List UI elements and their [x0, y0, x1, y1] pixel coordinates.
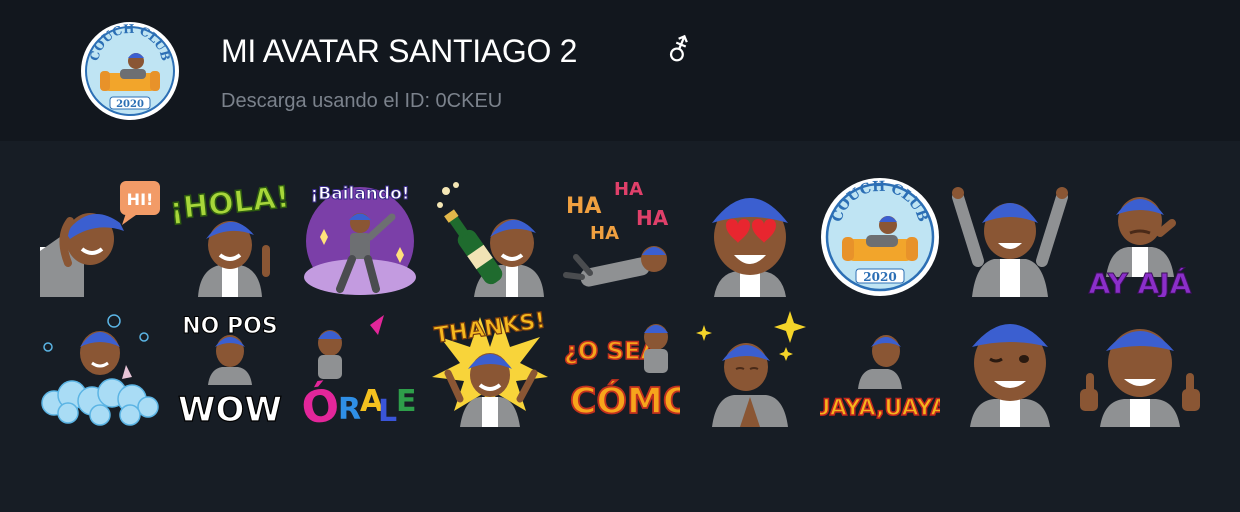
sticker-thumbs-up[interactable] [1080, 307, 1200, 427]
couch-club-logo[interactable]: COUCH CLUB 2020 [80, 21, 180, 121]
sticker-uaya-uaya[interactable]: UAYA,UAYA [820, 307, 940, 427]
download-id-text: Descarga usando el ID: 0CKEU [221, 90, 503, 112]
sticker-hi[interactable]: HI! [40, 177, 160, 297]
pack-title: MI AVATAR SANTIAGO 2 [221, 33, 578, 69]
sticker-couch-club[interactable]: COUCH CLUB 2020 [820, 177, 940, 297]
svg-text:¡HOLA!: ¡HOLA! [170, 180, 290, 227]
male-female-icon: ⚦ [666, 34, 692, 69]
svg-text:CÓMO?: CÓMO? [570, 380, 680, 422]
sticker-no-pos-wow[interactable]: NO POS WOW [170, 307, 290, 428]
sticker-celebrate[interactable] [950, 177, 1070, 297]
sticker-orale[interactable]: Ó R A L E [300, 307, 420, 427]
svg-text:AY AJÁ: AY AJÁ [1089, 266, 1192, 297]
sticker-champagne[interactable] [430, 177, 550, 297]
svg-text:UAYA,UAYA: UAYA,UAYA [820, 396, 940, 421]
sticker-bailando[interactable]: ¡Bailando! [300, 177, 420, 297]
sticker-ay-aja[interactable]: AY AJÁ [1080, 177, 1200, 297]
sticker-hola[interactable]: ¡HOLA! [170, 177, 290, 297]
svg-text:WOW: WOW [178, 390, 282, 427]
sticker-hahaha[interactable]: HA HA HA HA [560, 177, 680, 297]
svg-text:E: E [396, 384, 417, 419]
sticker-grid: HI! ¡HOLA! ¡Bailando! HA HA HA HA COUCH … [0, 141, 1240, 512]
sticker-wink[interactable] [950, 307, 1070, 427]
svg-text:L: L [378, 394, 397, 427]
svg-text:HA: HA [590, 223, 619, 244]
sticker-thanks[interactable]: THANKS! [430, 307, 550, 427]
svg-text:HA: HA [566, 194, 601, 219]
svg-text:R: R [338, 392, 361, 427]
svg-text:HA: HA [614, 179, 643, 200]
sticker-bubble-bath[interactable] [40, 307, 160, 427]
svg-text:Ó: Ó [300, 377, 343, 427]
sticker-heart-eyes[interactable] [690, 177, 810, 297]
sticker-namaste[interactable] [690, 307, 810, 427]
svg-text:2020: 2020 [863, 270, 896, 284]
pack-header: COUCH CLUB 2020 MI AVATAR SANTIAGO 2 ⚦ D… [0, 0, 1240, 141]
svg-text:HA: HA [636, 206, 669, 230]
svg-text:HI!: HI! [127, 190, 154, 209]
svg-text:2020: 2020 [116, 99, 144, 110]
sticker-o-sea-como[interactable]: ¿O SEA, CÓMO? [560, 307, 680, 427]
svg-text:¡Bailando!: ¡Bailando! [310, 184, 409, 204]
